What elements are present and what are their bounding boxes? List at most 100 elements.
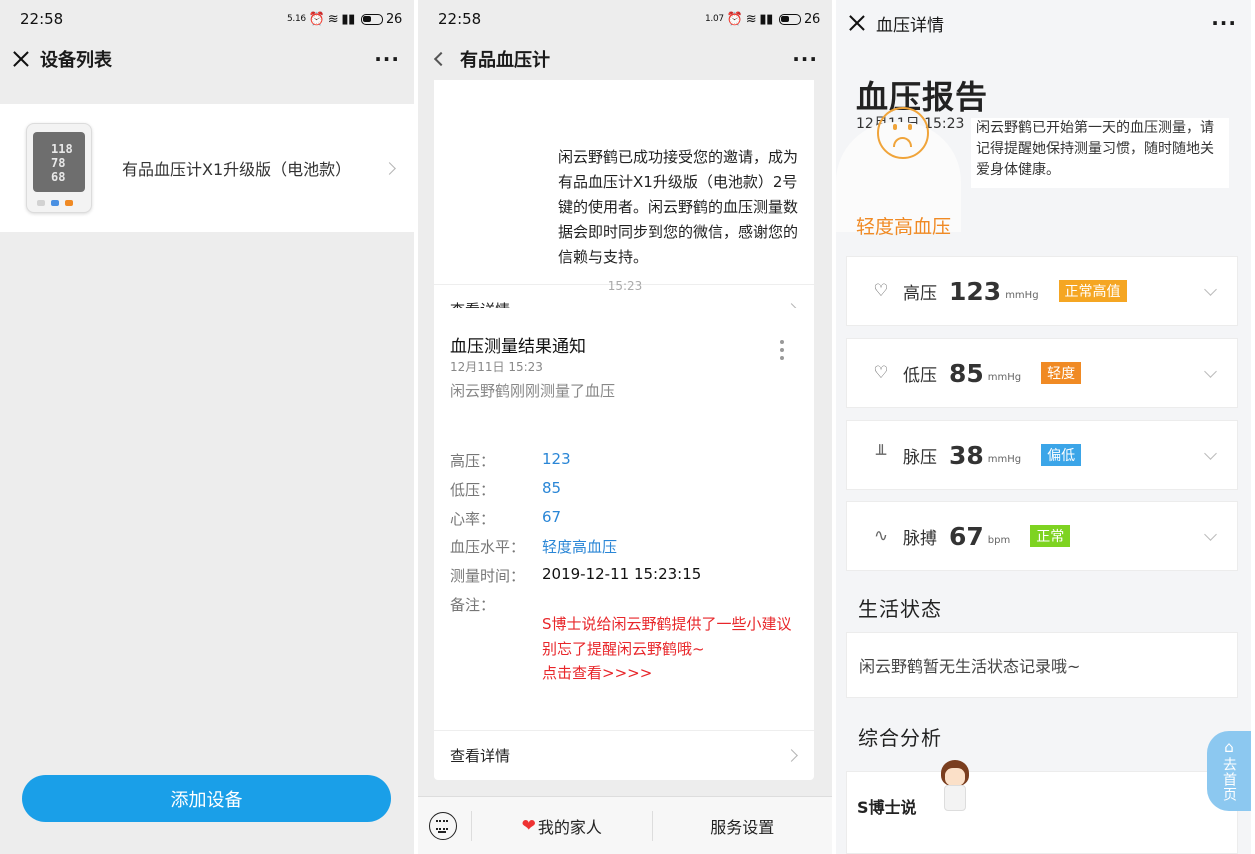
metric-value: 85 (949, 358, 984, 388)
measure-time-value: 2019-12-11 15:23:15 (542, 565, 702, 583)
doctor-avatar (939, 760, 971, 818)
nav-bar: 设备列表 ··· (0, 38, 414, 80)
status-badge: 偏低 (1041, 444, 1082, 466)
go-home-label: 去首页 (1221, 757, 1237, 802)
status-badge: 正常 (1030, 525, 1071, 547)
reminder-bubble: 闲云野鹤已开始第一天的血压测量，请记得提醒她保持测量习惯，随时随地关爱身体健康。 (971, 118, 1229, 188)
more-icon[interactable]: ··· (1211, 11, 1237, 35)
network-speed: 1.07 (705, 14, 724, 24)
battery-level: 26 (386, 11, 402, 27)
bp-level-value: 轻度高血压 (542, 538, 618, 556)
metric-unit: bpm (987, 534, 1011, 546)
heart-rate-label: 心率： (450, 510, 496, 528)
message-timestamp: 15:23 (607, 279, 643, 293)
device-list-screen: 22:58 5.16 ⏰ ≋ ▮▮ 26 设备列表 ··· 118 78 68 有品… (0, 0, 414, 854)
metric-label: 脉搏 (903, 528, 937, 549)
chevron-down-icon[interactable] (1204, 446, 1217, 460)
status-time: 22:58 (20, 10, 64, 28)
doctor-advice-card[interactable]: S博士说 (846, 760, 1238, 854)
wifi-icon: ≋ (745, 11, 757, 27)
diastolic-card[interactable]: ♡ 低压 85 mmHg 轻度 (846, 338, 1238, 408)
report-header: 血压报告 12月11日 15:23 轻度高血压 闲云野鹤已开始第一天的血压测量，… (836, 48, 1251, 248)
view-details-label: 查看详情 (450, 747, 511, 765)
heart-rate-value: 67 (542, 508, 562, 526)
metric-label: 低压 (903, 365, 937, 386)
advice-line: S博士说给闲云野鹤提供了一些小建议 (542, 615, 792, 633)
signal-icon: ▮▮ (341, 11, 356, 27)
sad-face-icon (877, 107, 929, 159)
measure-time-label: 测量时间： (450, 567, 526, 585)
go-home-button[interactable]: ⌂ 去首页 (1207, 731, 1251, 811)
add-device-button[interactable]: 添加设备 (22, 775, 391, 822)
bp-level-label: 轻度高血压 (856, 216, 952, 238)
metric-value: 38 (949, 440, 984, 470)
more-icon[interactable]: ··· (792, 47, 818, 71)
status-bar: 22:58 1.07 ⏰ ≋ ▮▮ 26 (418, 0, 832, 38)
diastolic-label: 低压： (450, 481, 496, 499)
close-icon[interactable] (848, 14, 866, 32)
chat-scroll[interactable]: 闲云野鹤已成功接受您的邀请，成为有品血压计X1升级版（电池款）2号键的使用者。闲… (418, 80, 832, 796)
chevron-down-icon[interactable] (1204, 282, 1217, 296)
advice-line: 点击查看>>>> (542, 664, 653, 682)
page-title: 设备列表 (40, 50, 112, 71)
signal-icon: ▮▮ (759, 11, 774, 27)
chat-screen: 22:58 1.07 ⏰ ≋ ▮▮ 26 有品血压计 ··· 闲云野鹤已成功接受… (418, 0, 832, 854)
alarm-icon: ⏰ (726, 11, 743, 27)
status-bar: 22:58 5.16 ⏰ ≋ ▮▮ 26 (0, 0, 414, 38)
view-details-link[interactable]: 查看详情 (434, 730, 814, 780)
result-date: 12月11日 15:23 (450, 360, 543, 374)
chevron-down-icon[interactable] (1204, 364, 1217, 378)
device-display: 118 78 68 (33, 132, 85, 192)
systolic-card[interactable]: ♡ 高压 123 mmHg 正常高值 (846, 256, 1238, 326)
advice-line: 别忘了提醒闲云野鹤哦~ (542, 639, 705, 658)
home-icon: ⌂ (1224, 738, 1234, 756)
heart-down-icon: ♡ (873, 363, 889, 383)
my-family-label: 我的家人 (537, 817, 602, 837)
diastolic-value: 85 (542, 479, 562, 497)
device-item[interactable]: 118 78 68 有品血压计X1升级版（电池款） (0, 104, 414, 232)
my-family-button[interactable]: ❤ 我的家人 (472, 814, 652, 838)
alarm-icon: ⏰ (308, 11, 325, 27)
heart-up-icon: ♡ (873, 281, 889, 301)
result-message-card: 血压测量结果通知 12月11日 15:23 闲云野鹤刚刚测量了血压 高压： 12… (434, 308, 814, 780)
advice-text[interactable]: S博士说给闲云野鹤提供了一些小建议 别忘了提醒闲云野鹤哦~ 点击查看>>>> (542, 612, 802, 686)
back-icon[interactable] (433, 51, 449, 67)
metric-value: 123 (949, 276, 1002, 306)
metric-unit: mmHg (987, 371, 1022, 383)
invite-message-text: 闲云野鹤已成功接受您的邀请，成为有品血压计X1升级版（电池款）2号键的使用者。闲… (558, 148, 799, 266)
wifi-icon: ≋ (327, 11, 339, 27)
battery-icon (779, 13, 802, 25)
keyboard-icon[interactable] (429, 811, 457, 840)
nav-bar: 血压详情 ··· (836, 0, 1251, 46)
page-title: 有品血压计 (460, 50, 550, 71)
metric-unit: mmHg (1005, 289, 1039, 301)
metric-value: 67 (949, 521, 984, 551)
chevron-down-icon[interactable] (1204, 527, 1217, 541)
more-icon[interactable]: ··· (374, 47, 400, 71)
pulse-card[interactable]: ∿ 脉搏 67 bpm 正常 (846, 501, 1238, 571)
service-settings-button[interactable]: 服务设置 (653, 814, 833, 838)
metric-label: 脉压 (903, 447, 937, 468)
pulse-pressure-card[interactable]: ╨ 脉压 38 mmHg 偏低 (846, 420, 1238, 490)
doctor-label: S博士说 (857, 798, 917, 817)
nav-bar: 有品血压计 ··· (418, 38, 832, 80)
status-time: 22:58 (438, 10, 482, 28)
life-section-title: 生活状态 (858, 597, 942, 621)
close-icon[interactable] (12, 50, 30, 68)
bp-detail-screen: 血压详情 ··· 血压报告 12月11日 15:23 轻度高血压 闲云野鹤已开始… (836, 0, 1251, 854)
status-badge: 轻度 (1041, 362, 1082, 384)
bp-level-label: 血压水平： (450, 538, 526, 556)
page-title: 血压详情 (876, 15, 944, 36)
status-badge: 正常高值 (1058, 280, 1127, 302)
systolic-value: 123 (542, 450, 571, 468)
status-icons: 5.16 ⏰ ≋ ▮▮ 26 (287, 12, 402, 27)
life-status-card: 闲云野鹤暂无生活状态记录哦~ (846, 632, 1238, 698)
bottom-menu-bar: ❤ 我的家人 服务设置 (418, 796, 832, 854)
invite-message-card: 闲云野鹤已成功接受您的邀请，成为有品血压计X1升级版（电池款）2号键的使用者。闲… (434, 80, 814, 334)
metric-label: 高压 (903, 283, 937, 304)
result-title: 血压测量结果通知 (450, 337, 586, 357)
heart-icon: ❤ (521, 815, 536, 836)
systolic-label: 高压： (450, 452, 496, 470)
kebab-menu-icon[interactable] (780, 340, 784, 364)
analysis-section-title: 综合分析 (858, 726, 942, 750)
